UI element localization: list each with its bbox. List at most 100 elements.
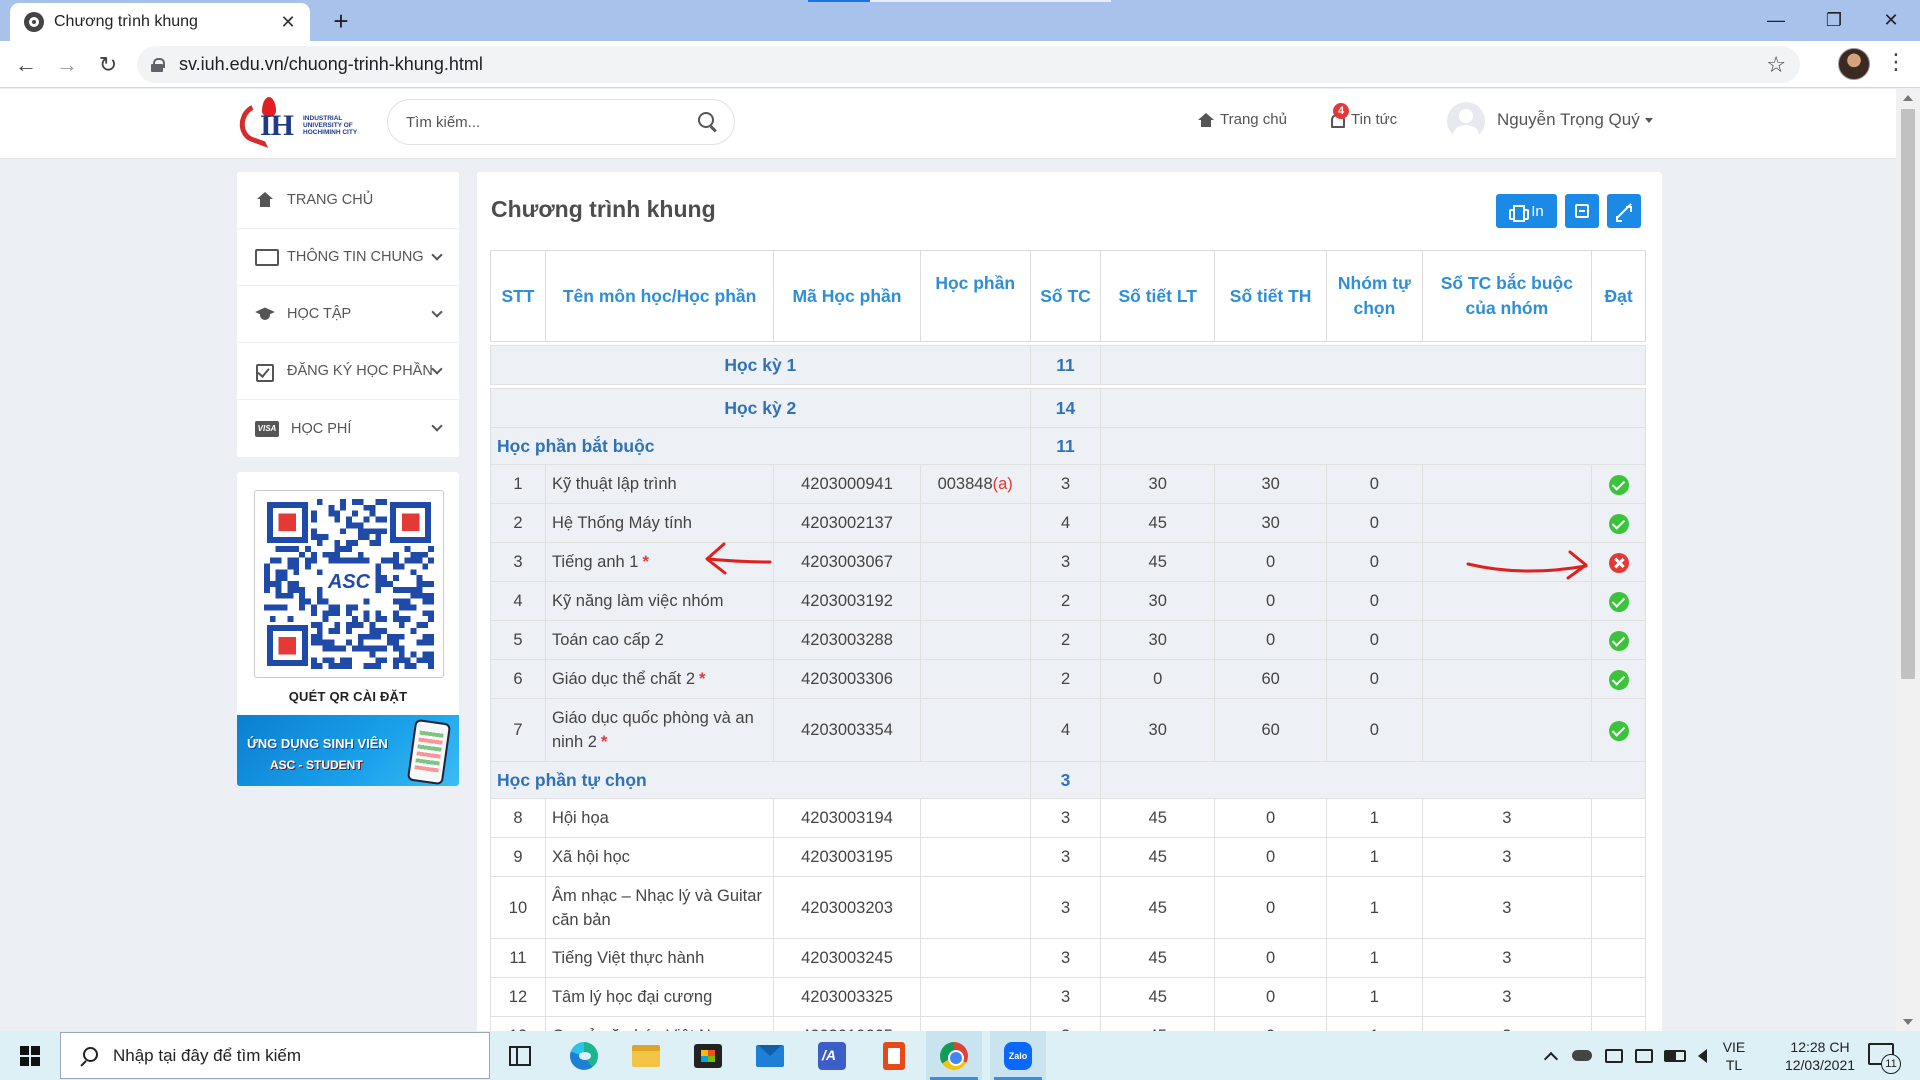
taskbar-search[interactable] (60, 1032, 490, 1079)
forward-arrow-icon[interactable]: → (51, 49, 83, 81)
table-row[interactable]: 10 Âm nhạc – Nhạc lý và Guitar căn bản 420… (490, 876, 1646, 939)
back-arrow-icon[interactable]: ← (10, 49, 42, 81)
group-credits: 3 (1029, 761, 1102, 799)
page-scrollbar[interactable] (1896, 89, 1920, 1031)
table-row[interactable]: 11 Tiếng Việt thực hành 4203003245 3 45 0 1 3 (490, 938, 1646, 978)
tray-device[interactable] (1600, 1031, 1628, 1080)
tray-volume[interactable] (1690, 1031, 1714, 1080)
window-close-button[interactable]: ✕ (1862, 0, 1920, 41)
window-maximize-button[interactable]: ❐ (1805, 0, 1863, 41)
taskbar-mail[interactable] (742, 1031, 798, 1080)
table-row[interactable]: 3 Tiếng anh 1 * 4203003067 3 45 0 0 (490, 542, 1646, 582)
course-name: Tiếng Việt thực hành (551, 949, 705, 967)
course-name: Tâm lý học đại cương (551, 988, 713, 1006)
group-label: Học phần bắt buộc (490, 427, 1031, 465)
caret-down-icon (1644, 118, 1653, 124)
taskbar-chrome[interactable] (926, 1031, 982, 1080)
sidebar-item-general-info[interactable]: THÔNG TIN CHUNG (237, 229, 459, 286)
tab-close-icon[interactable]: ✕ (278, 12, 298, 33)
scrollbar-thumb[interactable] (1901, 109, 1915, 679)
taskbar-file-explorer[interactable] (618, 1031, 674, 1080)
group-required-credits (1421, 698, 1593, 762)
table-row[interactable]: 8 Hội họa 4203003194 3 45 0 1 3 (490, 798, 1646, 838)
news-count-badge: 4 (1333, 103, 1349, 119)
start-button[interactable] (0, 1031, 60, 1080)
taskbar-clock[interactable]: 12:28 CH 12/03/2021 (1765, 1038, 1875, 1074)
new-tab-button[interactable]: + (326, 6, 356, 37)
svg-text:ASC: ASC (327, 571, 371, 593)
taskbar-store[interactable] (680, 1031, 736, 1080)
tray-network[interactable] (1630, 1031, 1658, 1080)
table-row[interactable]: 6 Giáo dục thể chất 2 * 4203003306 2 0 60 0 (490, 659, 1646, 699)
practice-hours: 0 (1213, 542, 1328, 582)
taskbar-zalo[interactable]: Zalo (990, 1031, 1046, 1080)
lock-icon[interactable] (151, 57, 165, 72)
nav-home-link[interactable]: Trang chủ (1198, 111, 1287, 128)
table-row[interactable]: 7 Giáo dục quốc phòng và an ninh 2 * 420300… (490, 698, 1646, 762)
credits: 3 (1029, 938, 1102, 978)
semester-row[interactable]: Học kỳ 2 14 (490, 388, 1646, 428)
course-code: 4203003354 (773, 698, 921, 762)
search-input[interactable] (406, 113, 698, 131)
table-row[interactable]: 4 Kỹ năng làm việc nhóm 4203003192 2 30 0 0 (490, 581, 1646, 621)
design-app-icon (818, 1041, 846, 1070)
semester-row[interactable]: Học kỳ 1 11 (490, 345, 1646, 385)
passed-cell (1591, 581, 1646, 621)
passed-cell (1591, 798, 1646, 838)
profile-avatar[interactable] (1838, 48, 1870, 80)
visa-card-icon: VISA (255, 420, 279, 437)
theory-hours: 45 (1100, 876, 1215, 939)
row-stt: 12 (490, 977, 546, 1017)
user-menu[interactable]: Nguyễn Trọng Quý (1497, 110, 1653, 130)
prerequisite-cell (919, 938, 1031, 978)
elective-group-row: Học phần tự chọn 3 (490, 761, 1646, 799)
group-required-credits: 3 (1421, 837, 1593, 877)
sidebar-item-tuition[interactable]: VISA HỌC PHÍ (237, 400, 459, 457)
tray-overflow-button[interactable] (1538, 1031, 1564, 1080)
table-row[interactable]: 1 Kỹ thuật lập trình 4203000941 003848(a) 3 3… (490, 464, 1646, 504)
taskbar-office[interactable] (866, 1031, 922, 1080)
fullscreen-button[interactable] (1607, 194, 1641, 228)
tray-onedrive[interactable] (1568, 1031, 1596, 1080)
address-bar[interactable]: sv.iuh.edu.vn/chuong-trinh-khung.html ☆ (137, 46, 1800, 83)
sidebar-item-course-registration[interactable]: ĐĂNG KÝ HỌC PHẦN (237, 343, 459, 400)
elective-group: 0 (1326, 464, 1423, 504)
scroll-down-icon[interactable] (1903, 1019, 1913, 1025)
taskbar-app-a[interactable] (804, 1031, 860, 1080)
student-app-banner[interactable]: ỨNG DỤNG SINH VIÊN ASC - STUDENT (237, 715, 459, 786)
sidebar-item-home[interactable]: TRANG CHỦ (237, 172, 459, 229)
taskbar-edge[interactable] (556, 1031, 612, 1080)
col-header: Nhóm tự chọn (1326, 250, 1423, 342)
print-label: In (1531, 202, 1544, 220)
browser-menu-icon[interactable]: ⋮ (1885, 49, 1907, 75)
table-header-row: STT Tên môn học/Học phần Mã Học phần Học… (490, 250, 1646, 342)
table-row[interactable]: 9 Xã hội học 4203003195 3 45 0 1 3 (490, 837, 1646, 877)
iuh-logo[interactable]: IH Industrial University of Hochiminh Ci… (234, 95, 368, 151)
taskbar-search-input[interactable] (113, 1045, 473, 1066)
app-download-card[interactable]: ASC QUÉT QR CÀI ĐẶT ỨNG DỤNG SINH VIÊN A… (237, 472, 459, 786)
table-row[interactable]: 12 Tâm lý học đại cương 4203003325 3 45 0 1 3 (490, 977, 1646, 1017)
url-text[interactable]: sv.iuh.edu.vn/chuong-trinh-khung.html (179, 54, 1766, 75)
browser-tab-active[interactable]: Chương trình khung ✕ (10, 3, 310, 41)
table-row[interactable]: 5 Toán cao cấp 2 4203003288 2 30 0 0 (490, 620, 1646, 660)
group-credits: 11 (1029, 427, 1102, 465)
task-view-button[interactable] (492, 1031, 548, 1080)
tray-battery[interactable] (1660, 1031, 1690, 1080)
scroll-up-icon[interactable] (1903, 95, 1913, 101)
window-minimize-button[interactable]: — (1747, 0, 1805, 41)
sidebar-item-study[interactable]: HỌC TẬP (237, 286, 459, 343)
battery-icon (1664, 1049, 1686, 1062)
elective-group: 0 (1326, 503, 1423, 543)
page-title: Chương trình khung (491, 196, 716, 222)
table-row[interactable]: 2 Hệ Thống Máy tính 4203002137 4 45 30 0 (490, 503, 1646, 543)
input-method-indicator[interactable]: VIE TL (1717, 1038, 1751, 1074)
qr-code[interactable]: ASC (254, 490, 444, 678)
course-name-cell: Âm nhạc – Nhạc lý và Guitar căn bản (544, 876, 775, 939)
user-avatar[interactable] (1447, 102, 1485, 140)
save-button[interactable] (1565, 194, 1599, 228)
search-icon[interactable] (698, 112, 718, 132)
required-mark: * (699, 670, 706, 688)
print-button[interactable]: In (1496, 194, 1557, 228)
bookmark-star-icon[interactable]: ☆ (1766, 52, 1786, 78)
reload-icon[interactable]: ↻ (92, 49, 124, 81)
